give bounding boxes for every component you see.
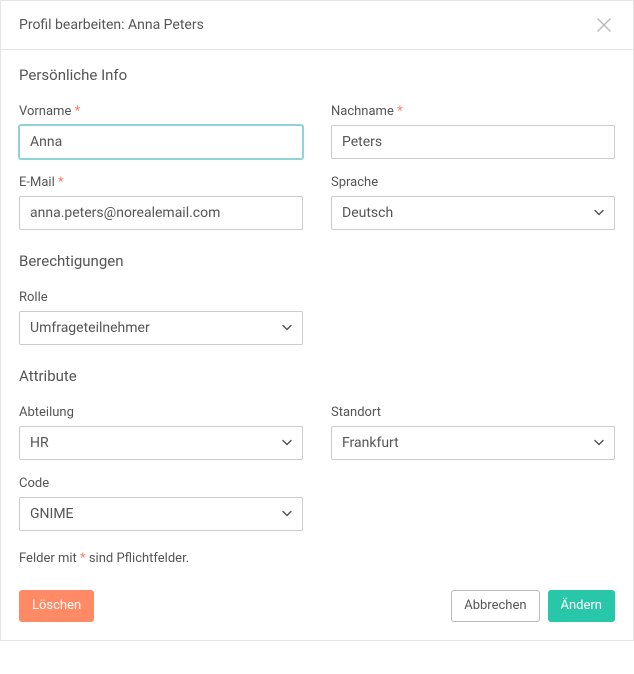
modal-title: Profil bearbeiten: Anna Peters (19, 17, 204, 33)
save-button[interactable]: Ändern (548, 590, 615, 622)
role-select[interactable]: Umfrageteilnehmer (19, 311, 303, 345)
location-select[interactable]: Frankfurt (331, 426, 615, 460)
label-firstname: Vorname * (19, 104, 303, 119)
label-role: Rolle (19, 290, 303, 305)
required-asterisk: * (397, 104, 403, 119)
modal-body: Persönliche Info Vorname * Nachname * (1, 50, 633, 578)
field-role: Rolle Umfrageteilnehmer (19, 290, 303, 345)
label-location: Standort (331, 405, 615, 420)
email-input[interactable] (19, 196, 303, 230)
edit-profile-modal: Profil bearbeiten: Anna Peters Persönlic… (0, 0, 634, 641)
label-lastname: Nachname * (331, 104, 615, 119)
row-dept-loc: Abteilung HR Standort Frankfurt (19, 405, 615, 460)
modal-header: Profil bearbeiten: Anna Peters (1, 1, 633, 50)
required-asterisk: * (75, 104, 81, 119)
field-language: Sprache Deutsch (331, 175, 615, 230)
field-firstname: Vorname * (19, 104, 303, 159)
firstname-input[interactable] (19, 125, 303, 159)
delete-button[interactable]: Löschen (19, 590, 94, 622)
field-department: Abteilung HR (19, 405, 303, 460)
language-select[interactable]: Deutsch (331, 196, 615, 230)
field-email: E-Mail * (19, 175, 303, 230)
required-hint: Felder mit * sind Pflichtfelder. (19, 551, 615, 566)
field-location: Standort Frankfurt (331, 405, 615, 460)
row-code: Code GNIME (19, 476, 615, 531)
section-permissions-title: Berechtigungen (19, 252, 615, 270)
label-department: Abteilung (19, 405, 303, 420)
close-icon[interactable] (593, 15, 615, 35)
row-email-lang: E-Mail * Sprache Deutsch (19, 175, 615, 230)
label-language: Sprache (331, 175, 615, 190)
modal-footer: Löschen Abbrechen Ändern (1, 578, 633, 640)
section-personal-title: Persönliche Info (19, 66, 615, 84)
label-code: Code (19, 476, 303, 491)
department-select[interactable]: HR (19, 426, 303, 460)
cancel-button[interactable]: Abbrechen (451, 590, 539, 622)
code-select[interactable]: GNIME (19, 497, 303, 531)
required-asterisk: * (58, 175, 64, 190)
label-email: E-Mail * (19, 175, 303, 190)
row-role: Rolle Umfrageteilnehmer (19, 290, 615, 345)
section-attributes-title: Attribute (19, 367, 615, 385)
field-code: Code GNIME (19, 476, 303, 531)
field-lastname: Nachname * (331, 104, 615, 159)
row-name: Vorname * Nachname * (19, 104, 615, 159)
lastname-input[interactable] (331, 125, 615, 159)
